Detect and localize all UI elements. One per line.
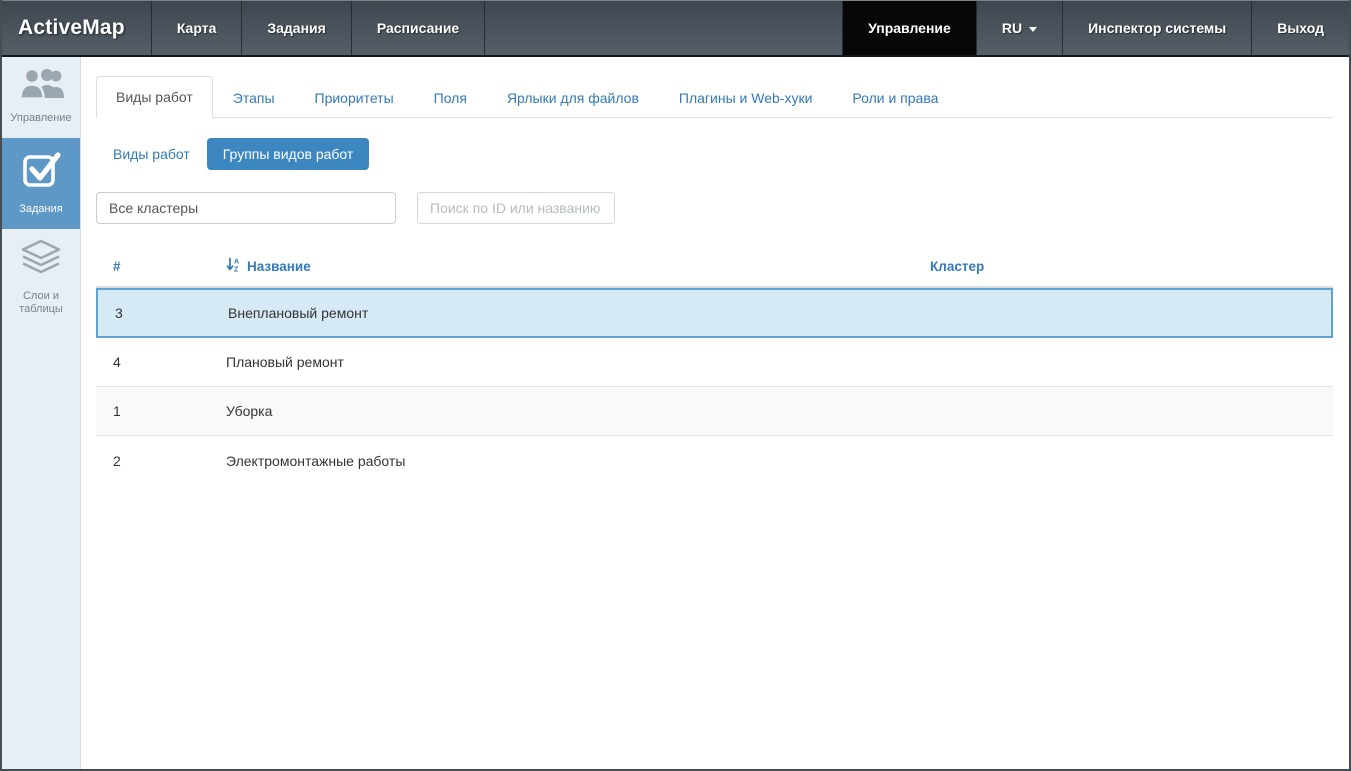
- cell-name: Электромонтажные работы: [209, 453, 913, 469]
- subtab-bar: Виды работ Группы видов работ: [96, 138, 1333, 170]
- svg-text:Z: Z: [234, 266, 239, 272]
- column-header-name[interactable]: A Z Название: [209, 257, 913, 275]
- users-icon: [18, 67, 64, 104]
- subtab-work-types[interactable]: Виды работ: [96, 138, 207, 170]
- sidebar-item-management[interactable]: Управление: [2, 57, 80, 138]
- layers-icon: [19, 239, 63, 282]
- cell-name: Внеплановый ремонт: [211, 305, 915, 321]
- search-input[interactable]: [417, 192, 615, 224]
- svg-text:A: A: [234, 258, 239, 265]
- table-row[interactable]: 3 Внеплановый ремонт: [96, 288, 1333, 338]
- checkbox-check-icon: [20, 148, 62, 195]
- subtab-work-type-groups[interactable]: Группы видов работ: [207, 138, 370, 170]
- cell-name: Плановый ремонт: [209, 354, 913, 370]
- top-nav-left: Карта Задания Расписание: [151, 1, 485, 55]
- table-row[interactable]: 1 Уборка: [96, 387, 1333, 436]
- tab-roles-permissions[interactable]: Роли и права: [832, 77, 958, 118]
- settings-tab-bar: Виды работ Этапы Приоритеты Поля Ярлыки …: [96, 76, 1333, 118]
- tab-plugins-webhooks[interactable]: Плагины и Web-хуки: [659, 77, 832, 118]
- column-header-cluster[interactable]: Кластер: [913, 259, 1333, 274]
- tab-stages[interactable]: Этапы: [213, 77, 295, 118]
- cell-id: 2: [96, 453, 209, 469]
- nav-item-management[interactable]: Управление: [842, 1, 976, 55]
- nav-item-system-inspector[interactable]: Инспектор системы: [1062, 1, 1251, 55]
- cell-name: Уборка: [209, 403, 913, 419]
- cell-id: 4: [96, 354, 209, 370]
- main-content: Виды работ Этапы Приоритеты Поля Ярлыки …: [81, 57, 1349, 769]
- nav-item-tasks[interactable]: Задания: [241, 1, 350, 55]
- tab-file-labels[interactable]: Ярлыки для файлов: [487, 77, 659, 118]
- nav-item-logout[interactable]: Выход: [1251, 1, 1349, 55]
- nav-item-schedule[interactable]: Расписание: [351, 1, 485, 55]
- cluster-filter-input[interactable]: [96, 192, 396, 224]
- filter-bar: [96, 192, 1333, 224]
- chevron-down-icon: [1029, 27, 1037, 32]
- tab-priorities[interactable]: Приоритеты: [295, 77, 414, 118]
- left-sidebar: Управление Задания: [2, 57, 81, 769]
- tab-work-types[interactable]: Виды работ: [96, 76, 213, 118]
- sidebar-item-label: Слои и таблицы: [6, 290, 76, 318]
- table-row[interactable]: 2 Электромонтажные работы: [96, 436, 1333, 485]
- nav-item-map[interactable]: Карта: [151, 1, 242, 55]
- sort-alpha-desc-icon[interactable]: A Z: [226, 257, 241, 275]
- sidebar-item-layers-tables[interactable]: Слои и таблицы: [2, 229, 80, 330]
- top-navigation-bar: ActiveMap Карта Задания Расписание Управ…: [2, 0, 1349, 57]
- cell-id: 3: [98, 305, 211, 321]
- table-row[interactable]: 4 Плановый ремонт: [96, 338, 1333, 387]
- work-type-groups-table: # A Z Название: [96, 246, 1333, 485]
- top-nav-right: Управление RU Инспектор системы Выход: [842, 1, 1349, 55]
- sidebar-item-label: Управление: [10, 112, 71, 126]
- app-window: ActiveMap Карта Задания Расписание Управ…: [0, 0, 1351, 771]
- tab-fields[interactable]: Поля: [414, 77, 487, 118]
- column-header-number[interactable]: #: [96, 259, 209, 274]
- sidebar-item-tasks[interactable]: Задания: [2, 138, 80, 229]
- app-logo: ActiveMap: [2, 1, 151, 55]
- table-header: # A Z Название: [96, 246, 1333, 288]
- language-dropdown[interactable]: RU: [976, 1, 1062, 55]
- sidebar-item-label: Задания: [19, 203, 62, 217]
- cell-id: 1: [96, 403, 209, 419]
